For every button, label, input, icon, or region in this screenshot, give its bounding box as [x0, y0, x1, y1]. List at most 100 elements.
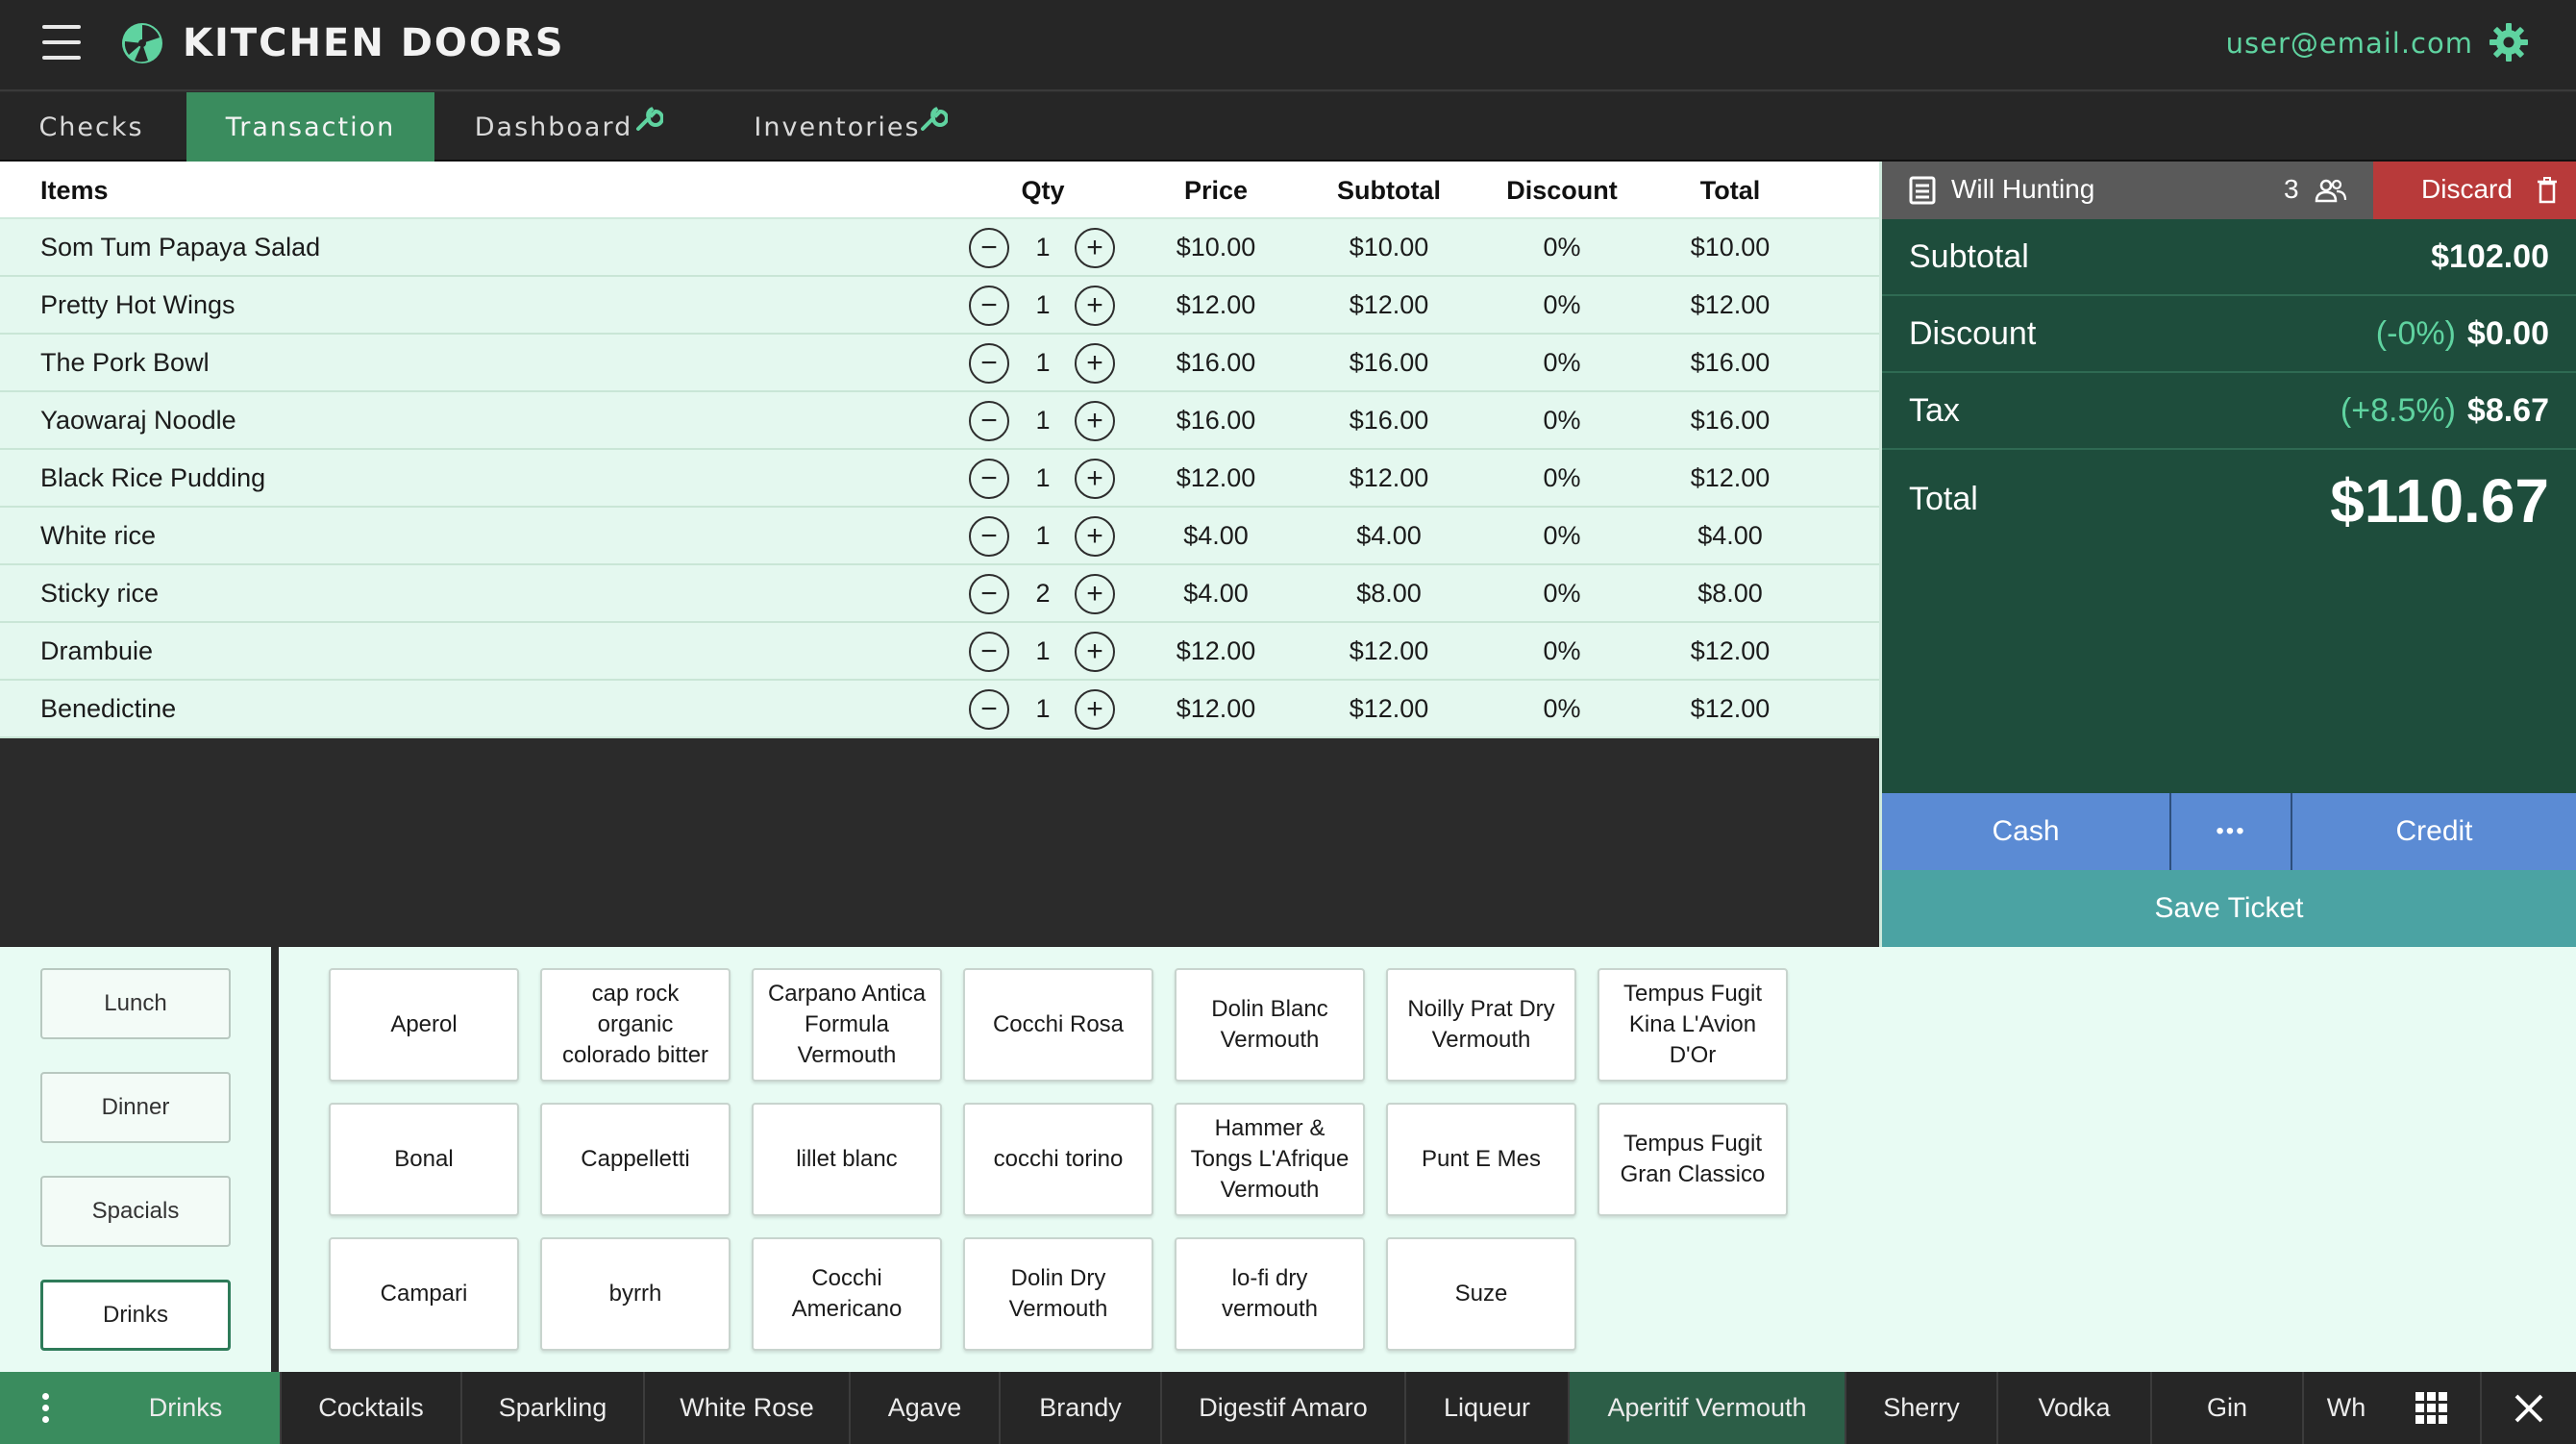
- table-row[interactable]: Drambuie −1 + $12.00 $12.00 0% $12.00: [0, 623, 1879, 681]
- subcategory-tab[interactable]: Agave: [851, 1372, 1001, 1444]
- menu-icon[interactable]: [42, 23, 81, 62]
- discount-label: Discount: [1909, 315, 2037, 352]
- item-subtotal: $16.00: [1349, 406, 1429, 435]
- user-email[interactable]: user@email.com: [2226, 27, 2473, 60]
- menu-item-button[interactable]: Punt E Mes: [1386, 1103, 1576, 1216]
- tab-transaction[interactable]: Transaction: [186, 92, 434, 162]
- table-row[interactable]: Yaowaraj Noodle −1 + $16.00 $16.00 0% $16.00: [0, 392, 1879, 450]
- increase-qty-button[interactable]: +: [1075, 286, 1115, 326]
- menu-item-button[interactable]: Dolin Blanc Vermouth: [1175, 968, 1365, 1082]
- receipt-icon: [1909, 176, 1936, 205]
- more-vertical-icon[interactable]: [0, 1372, 91, 1444]
- table-row[interactable]: Black Rice Pudding −1 + $12.00 $12.00 0% $12.0…: [0, 450, 1879, 508]
- increase-qty-button[interactable]: +: [1075, 689, 1115, 730]
- subcategory-tab[interactable]: Liqueur: [1406, 1372, 1570, 1444]
- item-qty: 1: [1035, 233, 1051, 261]
- menu-item-button[interactable]: cocchi torino: [963, 1103, 1153, 1216]
- decrease-qty-button[interactable]: −: [969, 632, 1009, 672]
- discard-button[interactable]: Discard: [2373, 162, 2576, 219]
- subcategory-tab[interactable]: Brandy: [1001, 1372, 1162, 1444]
- menu-item-button[interactable]: Tempus Fugit Kina L'Avion D'Or: [1598, 968, 1788, 1082]
- item-total: $12.00: [1690, 636, 1771, 665]
- logo-icon: [122, 23, 162, 63]
- increase-qty-button[interactable]: +: [1075, 343, 1115, 384]
- subcategory-tab[interactable]: Digestif Amaro: [1162, 1372, 1406, 1444]
- menu-item-button[interactable]: lillet blanc: [752, 1103, 942, 1216]
- table-row[interactable]: White rice −1 + $4.00 $4.00 0% $4.00: [0, 508, 1879, 565]
- menu-item-button[interactable]: byrrh: [540, 1237, 731, 1351]
- item-price: $12.00: [1176, 463, 1256, 492]
- menu-item-button[interactable]: Cocchi Rosa: [963, 968, 1153, 1082]
- menu-item-button[interactable]: Campari: [329, 1237, 519, 1351]
- item-name: The Pork Bowl: [40, 348, 210, 377]
- subcategory-tab[interactable]: Sherry: [1846, 1372, 1998, 1444]
- grid-icon[interactable]: [2384, 1372, 2480, 1444]
- discount-value: $0.00: [2466, 315, 2549, 352]
- credit-button[interactable]: Credit: [2292, 793, 2576, 870]
- increase-qty-button[interactable]: +: [1075, 516, 1115, 557]
- more-payments-button[interactable]: •••: [2171, 793, 2292, 870]
- increase-qty-button[interactable]: +: [1075, 228, 1115, 268]
- item-price: $12.00: [1176, 636, 1256, 665]
- menu-item-button[interactable]: cap rock organic colorado bitter: [540, 968, 731, 1082]
- increase-qty-button[interactable]: +: [1075, 459, 1115, 499]
- tab-checks[interactable]: Checks: [0, 92, 183, 162]
- menu-item-button[interactable]: Hammer & Tongs L'Afrique Vermouth: [1175, 1103, 1365, 1216]
- category-spacials[interactable]: Spacials: [40, 1176, 231, 1247]
- increase-qty-button[interactable]: +: [1075, 574, 1115, 614]
- increase-qty-button[interactable]: +: [1075, 632, 1115, 672]
- save-ticket-button[interactable]: Save Ticket: [1882, 870, 2576, 947]
- decrease-qty-button[interactable]: −: [969, 459, 1009, 499]
- item-price: $12.00: [1176, 290, 1256, 319]
- increase-qty-button[interactable]: +: [1075, 401, 1115, 441]
- gear-icon[interactable]: [2488, 21, 2530, 63]
- pos-app: KITCHEN DOORS user@email.com Checks Tran…: [0, 0, 2576, 1444]
- menu-item-button[interactable]: Dolin Dry Vermouth: [963, 1237, 1153, 1351]
- decrease-qty-button[interactable]: −: [969, 343, 1009, 384]
- menu-item-button[interactable]: Noilly Prat Dry Vermouth: [1386, 968, 1576, 1082]
- item-qty: 1: [1035, 290, 1051, 319]
- item-subtotal: $8.00: [1356, 579, 1422, 608]
- category-lunch[interactable]: Lunch: [40, 968, 231, 1039]
- decrease-qty-button[interactable]: −: [969, 401, 1009, 441]
- subcategory-tab[interactable]: Drinks: [91, 1372, 282, 1444]
- menu-item-button[interactable]: Carpano Antica Formula Vermouth: [752, 968, 942, 1082]
- subcategory-tab[interactable]: White Rose: [645, 1372, 851, 1444]
- item-qty: 1: [1035, 636, 1051, 665]
- customer-selector[interactable]: Will Hunting 3: [1882, 162, 2373, 219]
- menu-item-button[interactable]: Tempus Fugit Gran Classico: [1598, 1103, 1788, 1216]
- decrease-qty-button[interactable]: −: [969, 286, 1009, 326]
- tab-inventories[interactable]: Inventories: [731, 92, 944, 162]
- close-icon[interactable]: [2480, 1372, 2576, 1444]
- category-drinks[interactable]: Drinks: [40, 1280, 231, 1351]
- menu-item-button[interactable]: Aperol: [329, 968, 519, 1082]
- cash-button[interactable]: Cash: [1882, 793, 2171, 870]
- item-qty: 1: [1035, 406, 1051, 435]
- subcategory-tab[interactable]: Cocktails: [282, 1372, 462, 1444]
- decrease-qty-button[interactable]: −: [969, 228, 1009, 268]
- subcategory-tab[interactable]: Wh: [2304, 1372, 2390, 1444]
- decrease-qty-button[interactable]: −: [969, 574, 1009, 614]
- table-row[interactable]: Benedictine −1 + $12.00 $12.00 0% $12.00: [0, 681, 1879, 738]
- decrease-qty-button[interactable]: −: [969, 516, 1009, 557]
- subcategory-tab[interactable]: Vodka: [1998, 1372, 2152, 1444]
- decrease-qty-button[interactable]: −: [969, 689, 1009, 730]
- header-price: Price: [1183, 176, 1249, 205]
- app-title: KITCHEN DOORS: [183, 21, 565, 65]
- table-row[interactable]: Sticky rice −2 + $4.00 $8.00 0% $8.00: [0, 565, 1879, 623]
- header-discount: Discount: [1506, 176, 1618, 205]
- menu-item-button[interactable]: Cocchi Americano: [752, 1237, 942, 1351]
- table-row[interactable]: Som Tum Papaya Salad −1 + $10.00 $10.00 0% $10…: [0, 219, 1879, 277]
- subcategory-tab[interactable]: Gin: [2152, 1372, 2304, 1444]
- menu-item-button[interactable]: Cappelletti: [540, 1103, 731, 1216]
- table-row[interactable]: The Pork Bowl −1 + $16.00 $16.00 0% $16.00: [0, 335, 1879, 392]
- subtotal-row: Subtotal $102.00: [1882, 219, 2576, 296]
- category-dinner[interactable]: Dinner: [40, 1072, 231, 1143]
- menu-item-button[interactable]: lo-fi dry vermouth: [1175, 1237, 1365, 1351]
- subcategory-tab[interactable]: Aperitif Vermouth: [1570, 1372, 1846, 1444]
- table-row[interactable]: Pretty Hot Wings −1 + $12.00 $12.00 0% $12.00: [0, 277, 1879, 335]
- menu-item-button[interactable]: Suze: [1386, 1237, 1576, 1351]
- menu-item-button[interactable]: Bonal: [329, 1103, 519, 1216]
- discount-row[interactable]: Discount (-0%) $0.00: [1882, 296, 2576, 373]
- subcategory-tab[interactable]: Sparkling: [462, 1372, 645, 1444]
